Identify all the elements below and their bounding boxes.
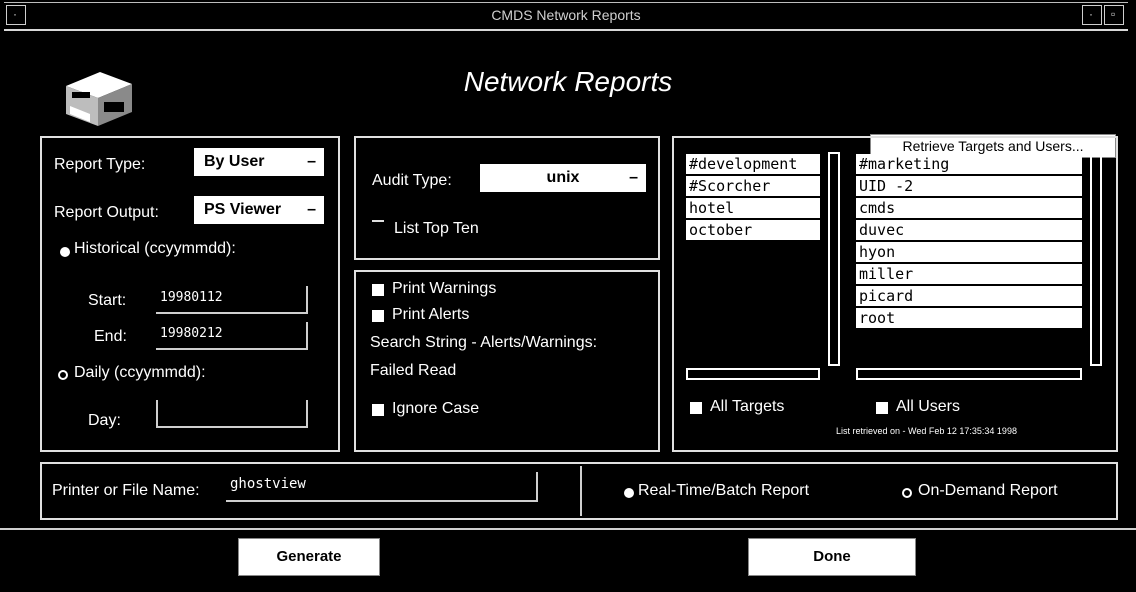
printer-file-field[interactable]: ghostview [226, 472, 538, 502]
print-alerts-checkbox[interactable] [372, 310, 384, 322]
ignore-case-checkbox[interactable] [372, 404, 384, 416]
window-title: CMDS Network Reports [491, 7, 641, 23]
targets-horizontal-scrollbar[interactable] [686, 368, 820, 380]
list-item[interactable]: root [856, 308, 1082, 328]
on-demand-label: On-Demand Report [918, 482, 1058, 499]
list-item[interactable]: miller [856, 264, 1082, 284]
targets-list[interactable]: #development #Scorcher hotel october [686, 154, 820, 242]
users-horizontal-scrollbar[interactable] [856, 368, 1082, 380]
list-item[interactable]: duvec [856, 220, 1082, 240]
start-date-field[interactable]: 19980112 [156, 286, 308, 314]
done-button[interactable]: Done [748, 538, 916, 576]
page-title: Network Reports [463, 66, 673, 97]
audit-type-value: unix [546, 169, 580, 186]
list-item[interactable]: picard [856, 286, 1082, 306]
list-retrieved-text: List retrieved on - Wed Feb 12 17:35:34 … [836, 426, 1017, 436]
title-bar: · CMDS Network Reports · ▫ [4, 2, 1128, 31]
day-label: Day: [88, 412, 121, 429]
app-window: · CMDS Network Reports · ▫ Network Repor… [0, 0, 1136, 592]
users-vertical-scrollbar[interactable] [1090, 152, 1102, 366]
report-type-value: By User [204, 153, 265, 170]
printer-file-label: Printer or File Name: [52, 482, 200, 499]
list-item[interactable]: #marketing [856, 154, 1082, 174]
divider [580, 466, 582, 516]
end-label: End: [94, 328, 127, 345]
all-targets-checkbox[interactable] [690, 402, 702, 414]
historical-label: Historical (ccyymmdd): [74, 240, 236, 257]
daily-label: Daily (ccyymmdd): [74, 364, 206, 381]
start-label: Start: [88, 292, 127, 309]
list-item[interactable]: #Scorcher [686, 176, 820, 196]
search-string-label: Search String - Alerts/Warnings: [370, 334, 598, 351]
report-type-label: Report Type: [54, 156, 146, 173]
report-output-label: Report Output: [54, 204, 159, 221]
realtime-batch-radio[interactable] [624, 488, 634, 498]
users-list[interactable]: #marketing UID -2 cmds duvec hyon miller… [856, 154, 1082, 330]
targets-vertical-scrollbar[interactable] [828, 152, 840, 366]
daily-radio[interactable] [58, 370, 68, 380]
audit-type-select[interactable]: unix – [480, 164, 646, 192]
report-output-select[interactable]: PS Viewer – [194, 196, 324, 224]
all-users-label: All Users [896, 398, 961, 415]
generate-button[interactable]: Generate [238, 538, 380, 576]
list-item[interactable]: hotel [686, 198, 820, 218]
historical-radio[interactable] [60, 247, 70, 257]
list-item[interactable]: #development [686, 154, 820, 174]
report-output-value: PS Viewer [204, 201, 282, 218]
realtime-batch-label: Real-Time/Batch Report [638, 482, 810, 499]
audit-type-label: Audit Type: [372, 172, 452, 189]
report-type-select[interactable]: By User – [194, 148, 324, 176]
on-demand-radio[interactable] [902, 488, 912, 498]
search-string-field[interactable]: Failed Read [370, 362, 456, 380]
ignore-case-label: Ignore Case [392, 400, 480, 417]
day-field[interactable] [156, 400, 308, 428]
list-item[interactable]: hyon [856, 242, 1082, 262]
maximize-button[interactable]: ▫ [1104, 5, 1124, 25]
list-top-ten-toggle[interactable] [372, 220, 384, 222]
end-date-field[interactable]: 19980212 [156, 322, 308, 350]
list-top-ten-label: List Top Ten [394, 220, 479, 237]
print-warnings-checkbox[interactable] [372, 284, 384, 296]
list-item[interactable]: cmds [856, 198, 1082, 218]
all-targets-label: All Targets [710, 398, 785, 415]
audit-panel [354, 136, 660, 260]
list-item[interactable]: october [686, 220, 820, 240]
list-item[interactable]: UID -2 [856, 176, 1082, 196]
print-warnings-label: Print Warnings [392, 280, 497, 297]
all-users-checkbox[interactable] [876, 402, 888, 414]
minimize-button[interactable]: · [1082, 5, 1102, 25]
print-alerts-label: Print Alerts [392, 306, 470, 323]
footer-divider [0, 528, 1136, 530]
